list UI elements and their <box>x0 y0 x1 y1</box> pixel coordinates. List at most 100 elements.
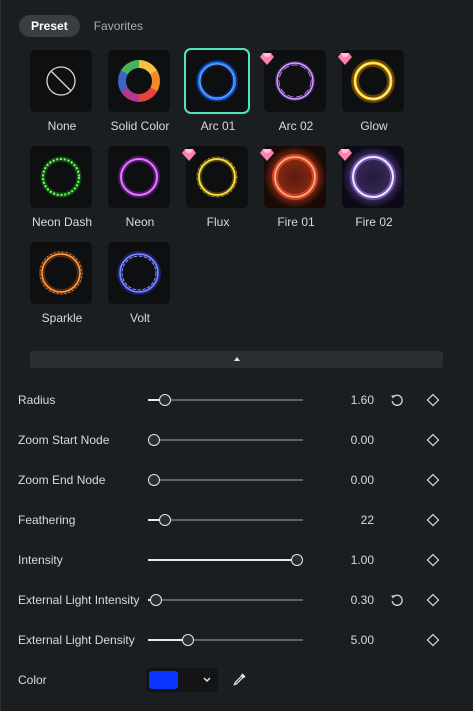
keyframe-diamond-icon[interactable] <box>426 473 440 487</box>
preset-tabs: Preset Favorites <box>19 15 155 37</box>
preset-fire-02[interactable]: Fire 02 <box>335 146 413 242</box>
preset-label: Flux <box>206 215 230 229</box>
param-label: Feathering <box>18 513 76 527</box>
param-label: Zoom Start Node <box>18 433 110 447</box>
preset-thumbnail <box>108 242 170 304</box>
preset-volt[interactable]: Volt <box>101 242 179 338</box>
blue-volt-ring-icon <box>117 251 161 295</box>
param-label: Radius <box>18 393 56 407</box>
param-label: Zoom End Node <box>18 473 106 487</box>
slider-knob[interactable] <box>290 554 303 566</box>
preset-thumbnail <box>30 146 92 208</box>
param-row-feathering: Feathering 22 <box>1 508 473 532</box>
param-value[interactable]: 0.30 <box>314 593 374 607</box>
collapse-presets-bar[interactable] <box>30 351 443 368</box>
param-row-zoom-start-node: Zoom Start Node 0.00 <box>1 428 473 452</box>
keyframe-diamond-icon[interactable] <box>426 553 440 567</box>
param-label: Color <box>18 673 47 687</box>
reset-icon[interactable] <box>390 393 404 407</box>
color-picker-dropdown[interactable] <box>146 668 218 692</box>
param-row-external-light-intensity: External Light Intensity 0.30 <box>1 588 473 612</box>
slider-knob[interactable] <box>148 474 161 486</box>
preset-label: Neon Dash <box>31 215 93 229</box>
preset-flux[interactable]: Flux <box>179 146 257 242</box>
premium-gem-icon <box>182 149 196 161</box>
tab-favorites[interactable]: Favorites <box>82 15 155 37</box>
param-label: External Light Intensity <box>18 593 140 607</box>
preset-neon-dash[interactable]: Neon Dash <box>23 146 101 242</box>
preset-label: Glow <box>360 119 388 133</box>
preset-label: Neon <box>125 215 155 229</box>
none-slash-icon <box>46 66 76 96</box>
green-dashed-ring-icon <box>40 156 82 198</box>
color-swatch <box>149 671 178 689</box>
premium-gem-icon <box>260 149 274 161</box>
radius-slider[interactable] <box>148 394 303 406</box>
keyframe-diamond-icon[interactable] <box>426 393 440 407</box>
chevron-down-icon <box>203 677 211 683</box>
tab-preset[interactable]: Preset <box>19 15 80 37</box>
preset-grid: None Solid Color Arc 01 Arc 02 Glow Neon… <box>23 48 433 338</box>
slider-knob[interactable] <box>148 434 161 446</box>
param-row-color: Color <box>1 668 473 692</box>
preset-thumbnail <box>30 242 92 304</box>
preset-none[interactable]: None <box>23 50 101 146</box>
intensity-slider[interactable] <box>148 554 303 566</box>
preset-thumbnail <box>108 50 170 112</box>
preset-neon[interactable]: Neon <box>101 146 179 242</box>
param-value[interactable]: 5.00 <box>314 633 374 647</box>
eyedropper-icon[interactable] <box>232 672 247 687</box>
blue-arc-ring-icon <box>196 60 238 102</box>
keyframe-diamond-icon[interactable] <box>426 633 440 647</box>
preset-sparkle[interactable]: Sparkle <box>23 242 101 338</box>
preset-thumbnail <box>108 146 170 208</box>
preset-label: Fire 02 <box>355 215 393 229</box>
param-label: Intensity <box>18 553 63 567</box>
feathering-slider[interactable] <box>148 514 303 526</box>
preset-label: Fire 01 <box>277 215 315 229</box>
slider-knob[interactable] <box>182 634 195 646</box>
param-value[interactable]: 1.60 <box>314 393 374 407</box>
magenta-neon-ring-icon <box>118 156 160 198</box>
keyframe-diamond-icon[interactable] <box>426 513 440 527</box>
premium-gem-icon <box>338 149 352 161</box>
premium-gem-icon <box>338 53 352 65</box>
param-value[interactable]: 1.00 <box>314 553 374 567</box>
premium-gem-icon <box>260 53 274 65</box>
reset-icon[interactable] <box>390 593 404 607</box>
preset-thumbnail <box>30 50 92 112</box>
preset-label: Sparkle <box>41 311 83 325</box>
param-label: External Light Density <box>18 633 135 647</box>
keyframe-diamond-icon[interactable] <box>426 593 440 607</box>
param-row-intensity: Intensity 1.00 <box>1 548 473 572</box>
preset-fire-01[interactable]: Fire 01 <box>257 146 335 242</box>
preset-label: Arc 01 <box>200 119 236 133</box>
slider-knob[interactable] <box>159 394 172 406</box>
orange-sparkle-ring-icon <box>39 251 83 295</box>
preset-label: Arc 02 <box>278 119 314 133</box>
param-row-zoom-end-node: Zoom End Node 0.00 <box>1 468 473 492</box>
preset-label: Volt <box>129 311 150 325</box>
param-value[interactable]: 0.00 <box>314 473 374 487</box>
preset-arc-01[interactable]: Arc 01 <box>179 48 257 146</box>
keyframe-diamond-icon[interactable] <box>426 433 440 447</box>
slider-knob[interactable] <box>159 514 172 526</box>
slider-knob[interactable] <box>149 594 162 606</box>
mask-effects-panel: Preset Favorites None Solid Color Arc 01… <box>0 0 473 711</box>
external-light-intensity-slider[interactable] <box>148 594 303 606</box>
color-wheel-icon <box>118 60 160 102</box>
external-light-density-slider[interactable] <box>148 634 303 646</box>
preset-thumbnail <box>184 48 250 114</box>
preset-label: None <box>47 119 77 133</box>
preset-label: Solid Color <box>110 119 170 133</box>
param-row-radius: Radius 1.60 <box>1 388 473 412</box>
param-row-external-light-density: External Light Density 5.00 <box>1 628 473 652</box>
zoom-end-node-slider[interactable] <box>148 474 303 486</box>
preset-glow[interactable]: Glow <box>335 50 413 146</box>
zoom-start-node-slider[interactable] <box>148 434 303 446</box>
param-value[interactable]: 0.00 <box>314 433 374 447</box>
param-value[interactable]: 22 <box>314 513 374 527</box>
preset-arc-02[interactable]: Arc 02 <box>257 50 335 146</box>
slider-fill <box>148 559 297 561</box>
preset-solid-color[interactable]: Solid Color <box>101 50 179 146</box>
